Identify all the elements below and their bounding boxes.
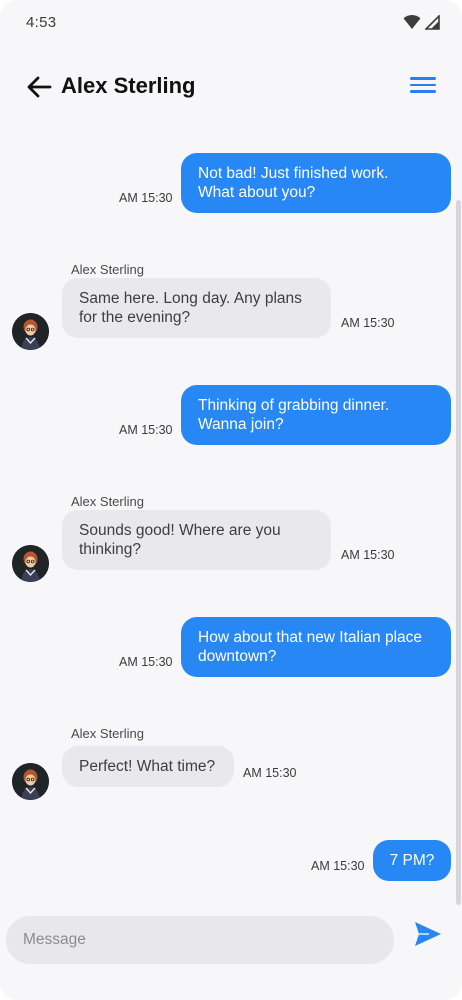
- avatar-icon: [12, 763, 49, 800]
- incoming-message[interactable]: Sounds good! Where are you thinking?: [62, 510, 331, 570]
- message-time: AM 15:30: [341, 548, 395, 562]
- avatar-icon: [12, 545, 49, 582]
- sender-name: Alex Sterling: [71, 726, 144, 741]
- incoming-message[interactable]: Same here. Long day. Any plans for the e…: [62, 278, 331, 338]
- menu-button[interactable]: [410, 74, 436, 96]
- sender-name: Alex Sterling: [71, 262, 144, 277]
- message-time: AM 15:30: [119, 655, 173, 669]
- hamburger-menu-icon: [410, 77, 436, 80]
- avatar[interactable]: [12, 763, 49, 800]
- wifi-icon: [403, 15, 421, 29]
- phone-screen: 4:53 Alex Sterling AM 15:30 Not bad! Jus…: [0, 0, 462, 1000]
- status-time: 4:53: [26, 14, 57, 31]
- cellular-icon: [425, 14, 440, 30]
- avatar-icon: [12, 313, 49, 350]
- avatar[interactable]: [12, 545, 49, 582]
- send-button[interactable]: [413, 919, 447, 953]
- status-icons: [403, 14, 440, 30]
- outgoing-message[interactable]: Thinking of grabbing dinner. Wanna join?: [181, 385, 451, 445]
- incoming-message[interactable]: Perfect! What time?: [62, 746, 234, 787]
- outgoing-message[interactable]: How about that new Italian place downtow…: [181, 617, 451, 677]
- sender-name: Alex Sterling: [71, 494, 144, 509]
- arrow-left-icon: [27, 76, 52, 98]
- outgoing-message[interactable]: Not bad! Just finished work. What about …: [181, 153, 451, 213]
- send-icon: [415, 922, 441, 946]
- message-thread[interactable]: AM 15:30 Not bad! Just finished work. Wh…: [0, 120, 462, 910]
- message-input[interactable]: [6, 916, 394, 964]
- avatar[interactable]: [12, 313, 49, 350]
- message-time: AM 15:30: [119, 191, 173, 205]
- message-time: AM 15:30: [243, 766, 297, 780]
- status-bar: 4:53: [0, 0, 462, 48]
- scrollbar[interactable]: [456, 200, 461, 905]
- chat-title: Alex Sterling: [61, 73, 196, 98]
- message-composer: [6, 916, 394, 964]
- message-time: AM 15:30: [341, 316, 395, 330]
- outgoing-message[interactable]: 7 PM?: [373, 840, 451, 881]
- back-button[interactable]: [22, 70, 56, 104]
- message-time: AM 15:30: [119, 423, 173, 437]
- app-bar: Alex Sterling: [0, 56, 462, 116]
- message-time: AM 15:30: [311, 859, 365, 873]
